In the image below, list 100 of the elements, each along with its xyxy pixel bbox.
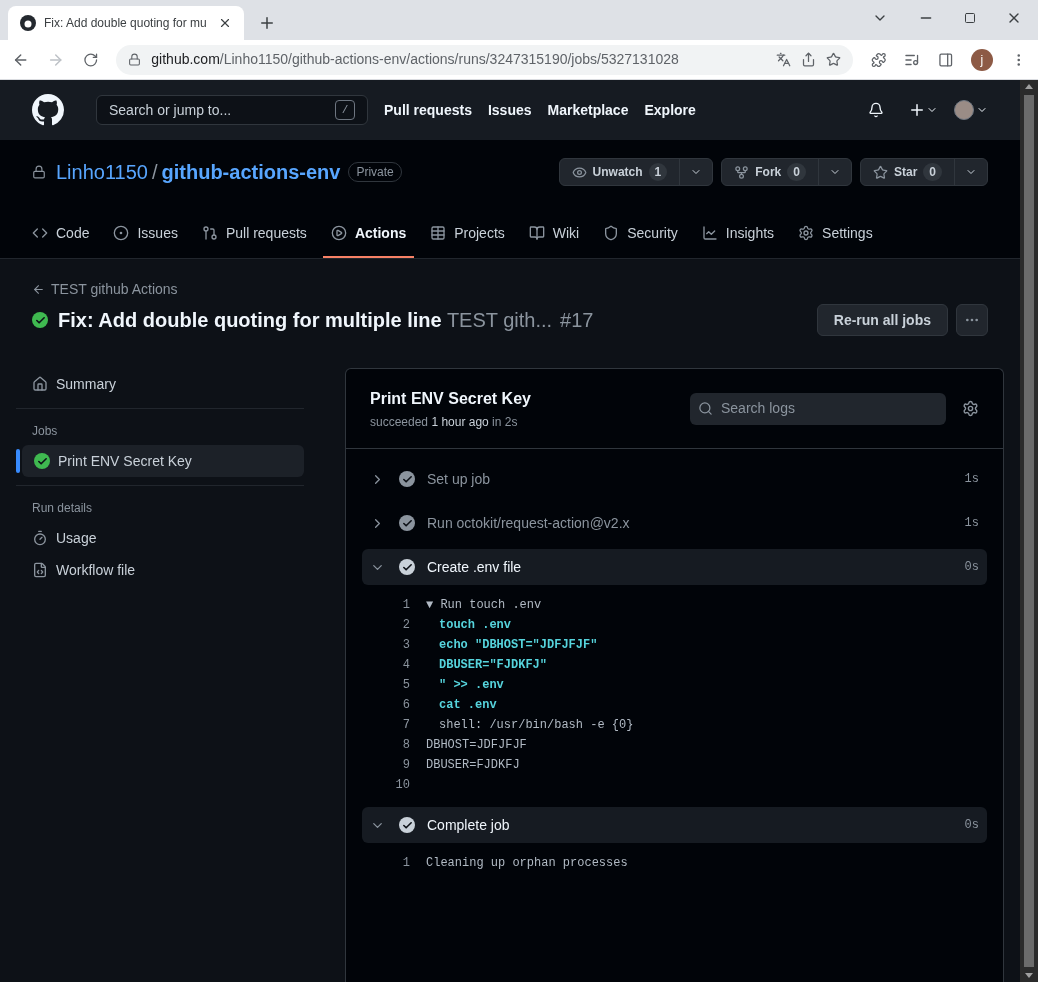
back-link[interactable]: TEST github Actions bbox=[32, 279, 178, 300]
step-duration: 1s bbox=[964, 515, 979, 532]
repo-tab[interactable]: Actions bbox=[322, 210, 415, 258]
log-line: " >> .env bbox=[438, 677, 504, 694]
log-line: DBUSER="FJDKFJ" bbox=[438, 657, 548, 674]
log-line: cat .env bbox=[438, 697, 497, 714]
line-number: 9 bbox=[401, 757, 410, 774]
wiki-icon bbox=[528, 225, 545, 241]
step-name: Run octokit/request-action@v2.x bbox=[427, 513, 630, 533]
translate-icon[interactable] bbox=[775, 52, 791, 67]
shortcut-key: / bbox=[335, 100, 355, 120]
repo-tab[interactable]: Issues bbox=[105, 210, 186, 258]
plus-icon[interactable] bbox=[908, 101, 926, 119]
rerun-button[interactable]: Re-run all jobs bbox=[816, 304, 948, 336]
settings-icon bbox=[798, 225, 815, 241]
bookmark-icon[interactable] bbox=[825, 52, 841, 67]
step-duration: 0s bbox=[964, 817, 979, 834]
security-icon bbox=[603, 225, 620, 241]
jobs-heading: Jobs bbox=[31, 423, 59, 440]
nav-link[interactable]: Explore bbox=[644, 99, 696, 121]
notifications-icon[interactable] bbox=[868, 102, 884, 118]
github-favicon-icon bbox=[20, 15, 36, 31]
sidebar-link[interactable]: Workflow file bbox=[16, 554, 304, 586]
lock-icon bbox=[32, 165, 46, 179]
line-number: 4 bbox=[401, 657, 410, 674]
new-tab-icon[interactable] bbox=[258, 14, 276, 32]
stopwatch-icon bbox=[32, 530, 48, 546]
address-bar[interactable]: github.com/Linho1150/github-actions-env/actions/runs/3247315190/jobs/5327131028 bbox=[116, 44, 853, 75]
step-name: Complete job bbox=[427, 815, 510, 835]
url-text: github.com/Linho1150/github-actions-env/actions/runs/3247315190/jobs/5327131028 bbox=[151, 50, 680, 69]
line-number: 1 bbox=[401, 855, 410, 872]
line-number: 3 bbox=[401, 637, 410, 654]
summary-link[interactable]: Summary bbox=[16, 368, 304, 400]
share-icon[interactable] bbox=[800, 52, 816, 67]
repo-name-link[interactable]: github-actions-env bbox=[161, 157, 341, 187]
repo-owner-link[interactable]: Linho1150 bbox=[56, 157, 148, 187]
maximize-icon[interactable] bbox=[964, 12, 976, 24]
fork-icon bbox=[734, 164, 750, 180]
tab-title: Fix: Add double quoting for mu bbox=[44, 15, 208, 32]
nav-link[interactable]: Marketplace bbox=[547, 99, 629, 121]
repo-tab[interactable]: Insights bbox=[693, 210, 783, 258]
job-status: succeeded 1 hour ago in 2s bbox=[370, 413, 519, 431]
log-line: Cleaning up orphan processes bbox=[426, 855, 628, 872]
home-icon bbox=[32, 376, 48, 392]
search-icon bbox=[698, 401, 713, 416]
repo-tab[interactable]: Projects bbox=[422, 210, 513, 258]
search-field[interactable]: Search or jump to... / bbox=[96, 95, 368, 125]
github-logo-icon[interactable] bbox=[32, 94, 64, 126]
projects-icon bbox=[430, 225, 447, 241]
file-code-icon bbox=[32, 562, 48, 578]
code-icon bbox=[32, 225, 48, 241]
log-line: touch .env bbox=[438, 617, 511, 634]
step-header[interactable]: Set up job 1s bbox=[362, 461, 987, 497]
insights-icon bbox=[701, 225, 718, 241]
step-header[interactable]: Run octokit/request-action@v2.x 1s bbox=[362, 505, 987, 541]
step-header[interactable]: Complete job 0s bbox=[362, 807, 987, 843]
line-number: 5 bbox=[401, 677, 410, 694]
repo-tab[interactable]: Settings bbox=[790, 210, 881, 258]
pulls-icon bbox=[201, 225, 218, 241]
user-avatar[interactable] bbox=[954, 100, 988, 120]
log-line: echo "DBHOST="JDFJFJF" bbox=[438, 637, 598, 654]
step-duration: 1s bbox=[964, 471, 979, 488]
log-line: ▼ Run touch .env bbox=[426, 597, 542, 614]
job-title: Print ENV Secret Key bbox=[370, 388, 531, 409]
step-header[interactable]: Create .env file 0s bbox=[362, 549, 987, 585]
line-number: 6 bbox=[401, 697, 410, 714]
log-line: shell: /usr/bin/bash -e {0} bbox=[438, 717, 634, 734]
lock-icon bbox=[128, 53, 142, 66]
line-number: 1 bbox=[401, 597, 410, 614]
repo-tab[interactable]: Security bbox=[595, 210, 686, 258]
step-duration: 0s bbox=[964, 559, 979, 576]
star-icon bbox=[872, 164, 888, 180]
line-number: 2 bbox=[401, 617, 410, 634]
nav-link[interactable]: Pull requests bbox=[384, 99, 472, 121]
nav-link[interactable]: Issues bbox=[487, 99, 532, 121]
path-separator: / bbox=[151, 160, 158, 185]
run-title: Fix: Add double quoting for multiple line TEST gith... #17 bbox=[58, 308, 594, 333]
line-number: 10 bbox=[394, 777, 410, 794]
run-details-heading: Run details bbox=[31, 500, 94, 517]
search-logs-field[interactable]: Search logs bbox=[690, 392, 946, 425]
issues-icon bbox=[113, 225, 130, 241]
job-link[interactable]: Print ENV Secret Key bbox=[22, 445, 304, 477]
side-panel-icon[interactable] bbox=[937, 51, 954, 68]
actions-icon bbox=[330, 225, 347, 241]
close-icon[interactable] bbox=[218, 16, 232, 30]
browser-tab[interactable]: Fix: Add double quoting for mu bbox=[8, 6, 244, 40]
repo-tab[interactable]: Wiki bbox=[520, 210, 588, 258]
line-number: 7 bbox=[401, 717, 410, 734]
step-name: Create .env file bbox=[427, 557, 522, 577]
extensions-icon[interactable] bbox=[870, 51, 887, 68]
repo-tab[interactable]: Code bbox=[24, 210, 98, 258]
settings-icon[interactable] bbox=[962, 400, 979, 417]
profile-avatar[interactable]: j bbox=[971, 48, 993, 71]
line-number: 8 bbox=[401, 737, 410, 754]
repo-tab[interactable]: Pull requests bbox=[193, 210, 315, 258]
log-line: DBHOST=JDFJFJF bbox=[426, 737, 527, 754]
reload-icon[interactable] bbox=[82, 51, 99, 68]
log-line: DBUSER=FJDKFJ bbox=[426, 757, 520, 774]
scrollbar-drawing[interactable] bbox=[1020, 80, 1038, 982]
sidebar-link[interactable]: Usage bbox=[16, 522, 304, 554]
